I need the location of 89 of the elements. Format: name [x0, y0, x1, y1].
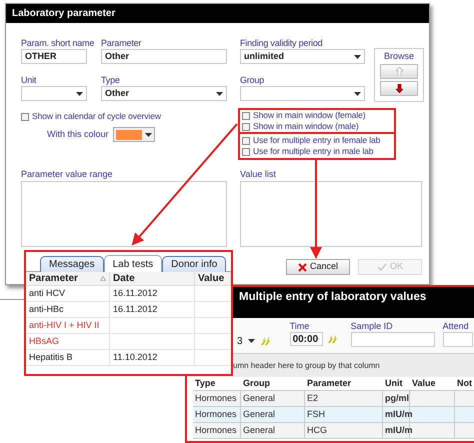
lightning-icon[interactable] — [326, 334, 337, 344]
dropdown-caret-icon — [76, 92, 83, 96]
tab[interactable]: Messages — [40, 256, 104, 272]
next-button[interactable] — [380, 81, 418, 96]
cancel-button[interactable]: Cancel — [286, 259, 350, 275]
table-cell: anti-HIV I + HIV II — [26, 318, 110, 333]
column-header[interactable]: Value — [195, 272, 231, 285]
up-arrow-icon — [396, 67, 402, 76]
checkbox[interactable] — [242, 136, 250, 144]
checkbox-label: Show in main window (female) — [253, 110, 366, 121]
dropdown-field[interactable]: unlimited — [240, 49, 365, 64]
checkbox-label: Show in calendar of cycle overview — [32, 111, 161, 122]
column-header[interactable]: Not — [455, 377, 474, 390]
window-title: Multiple entry of laboratory values — [239, 290, 426, 305]
table-cell: anti HCV — [26, 286, 110, 301]
table-cell: 16.11.2012 — [110, 286, 195, 301]
table-cell: 11.10.2012 — [110, 350, 195, 365]
tab[interactable]: Donor info — [162, 256, 226, 272]
checkbox[interactable] — [242, 148, 250, 156]
column-header[interactable]: Group — [241, 377, 305, 390]
list-box[interactable] — [240, 181, 422, 247]
colour-label: With this colour — [47, 128, 109, 141]
dropdown-caret-icon — [216, 92, 223, 96]
field-label: Parameter — [101, 38, 142, 49]
column-header[interactable]: Parameter — [26, 272, 110, 285]
table-cell: Hepatitis B — [26, 350, 110, 365]
close-icon — [298, 262, 307, 272]
table-cell: Hormones — [193, 391, 241, 406]
dropdown-caret-icon — [144, 132, 152, 136]
table-cell: FSH — [305, 407, 383, 422]
field-label: Type — [101, 75, 120, 86]
date-value: 3 — [237, 334, 243, 348]
text-area[interactable] — [21, 181, 227, 247]
dropdown-caret-icon — [354, 92, 361, 96]
checkmark-icon — [376, 263, 387, 271]
window-title: Laboratory parameter — [12, 7, 116, 21]
table-cell: General — [241, 407, 305, 422]
table-cell: General — [241, 423, 305, 438]
column-header[interactable]: Unit — [383, 377, 410, 390]
field-label: Sample ID — [350, 321, 394, 332]
checkbox[interactable] — [242, 122, 250, 130]
dropdown-caret-icon — [248, 339, 255, 343]
checkbox-label: Use for multiple entry in female lab — [253, 135, 380, 146]
column-header[interactable]: Value — [410, 377, 455, 390]
table-cell: General — [241, 391, 305, 406]
table-cell: mIU/m — [383, 407, 410, 422]
dropdown-caret-icon — [354, 54, 361, 58]
table-cell: mIU/m — [383, 423, 410, 438]
table-cell: E2 — [305, 391, 383, 406]
input-field[interactable]: Other — [101, 49, 227, 64]
sort-icon — [100, 276, 106, 281]
checkbox-label: Use for multiple entry in male lab — [253, 146, 374, 157]
tab[interactable]: Lab tests — [104, 255, 162, 272]
table-cell: pg/ml — [383, 391, 410, 406]
table-cell: Hormones — [193, 423, 241, 438]
column-header[interactable]: Parameter — [305, 377, 383, 390]
input-field[interactable]: OTHER — [21, 49, 87, 64]
table-cell: 16.11.2012 — [110, 302, 195, 317]
checkbox[interactable] — [21, 112, 29, 120]
input-field[interactable] — [350, 332, 435, 347]
time-field[interactable]: 00:00 — [290, 332, 323, 346]
field-label: Attend — [442, 321, 470, 332]
field-label: Time — [290, 321, 310, 332]
table-cell: anti-HBc — [26, 302, 110, 317]
field-label: Unit — [21, 75, 36, 86]
down-arrow-icon — [396, 84, 402, 93]
field-label: Value list — [240, 169, 277, 180]
table-row[interactable]: Hormones General E2 pg/ml — [193, 391, 474, 407]
browse-label: Browse — [384, 50, 414, 62]
table-cell: Hormones — [193, 407, 241, 422]
lightning-icon[interactable] — [260, 336, 270, 346]
field-label: Finding validity period — [240, 38, 322, 49]
table-row[interactable]: Hormones General FSH mIU/m — [193, 407, 474, 423]
input-field[interactable] — [442, 332, 473, 347]
column-header[interactable]: Date — [110, 272, 195, 285]
table-cell: HCG — [305, 423, 383, 438]
field-label: Group — [240, 75, 264, 86]
checkbox[interactable] — [242, 112, 250, 120]
dropdown-field[interactable]: Other — [101, 86, 227, 101]
field-label: Param. short name — [21, 38, 94, 49]
field-label: Parameter value range — [21, 169, 114, 180]
table-cell: HBsAG — [26, 334, 110, 349]
group-by-hint: umn header here to group by that column — [233, 360, 380, 372]
checkbox-label: Show in main window (male) — [253, 121, 359, 132]
column-header[interactable]: Type — [193, 377, 241, 390]
table-row[interactable]: Hormones General HCG mIU/m — [193, 423, 474, 439]
dropdown-field[interactable] — [240, 86, 365, 101]
colour-picker[interactable] — [112, 127, 155, 142]
dropdown-field[interactable] — [21, 86, 87, 101]
